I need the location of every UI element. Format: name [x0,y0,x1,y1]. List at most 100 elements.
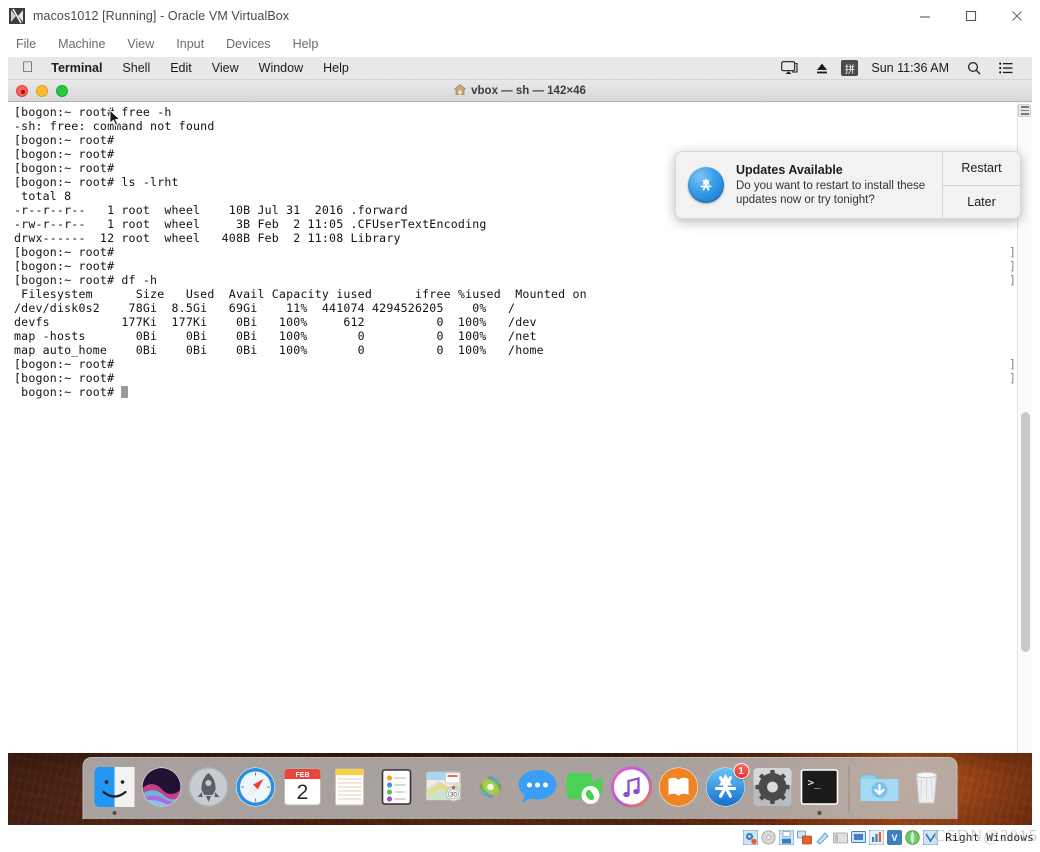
terminal-output: [bogon:~ root# free -h -sh: free: command… [14,105,1032,399]
launchpad-icon [186,765,230,809]
hard-disk-icon[interactable] [743,829,759,845]
window-title: macos1012 [Running] - Oracle VM VirtualB… [33,8,290,23]
svg-text:>_: >_ [807,776,821,789]
terminal-line: [bogon:~ root# df -h [14,273,158,287]
mouse-integration-icon[interactable] [905,829,920,845]
dock-item-messages[interactable] [514,762,561,816]
menu-edit[interactable]: Edit [160,61,202,75]
dock-item-finder[interactable] [91,762,138,816]
dock-item-terminal[interactable]: >_ [796,762,843,816]
virtualbox-icon [9,7,25,24]
vb-menu-input[interactable]: Input [165,35,215,54]
shared-folder-icon[interactable] [833,830,849,845]
running-indicator [817,811,821,815]
vb-menu-devices[interactable]: Devices [215,35,281,54]
notification-body: Do you want to restart to install these … [736,180,926,206]
scrollbar-menu-icon[interactable] [1018,104,1031,117]
recording-icon[interactable] [869,829,885,845]
dock-item-trash[interactable] [903,762,950,816]
search-icon[interactable] [958,61,990,75]
terminal-title-text: vbox — sh — 142×46 [471,84,586,97]
vb-menu-help[interactable]: Help [282,35,330,54]
minimize-button[interactable] [902,0,948,31]
terminal-wrap-bracket [1009,343,1016,357]
maps-icon: 30 [421,765,465,809]
dock-item-siri[interactable] [138,762,185,816]
terminal-scrollbar-thumb[interactable] [1021,412,1030,652]
terminal-line: bogon:~ root# [14,385,1032,399]
dock-item-reminders[interactable] [373,762,420,816]
guest-screen:  Terminal Shell Edit View Window Help [8,57,1032,825]
restart-button[interactable]: Restart [943,152,1020,185]
virtualbox-window: macos1012 [Running] - Oracle VM VirtualB… [0,0,1040,852]
dock-item-calendar[interactable]: FEB 2 [279,762,326,816]
dock-item-ibooks[interactable] [655,762,702,816]
usb-icon[interactable] [815,830,830,845]
terminal-wrap-bracket: ] [1009,245,1016,259]
downloads-folder-icon [857,765,901,809]
dock-item-photos[interactable] [467,762,514,816]
trash-icon [904,765,948,809]
dock-item-safari[interactable] [232,762,279,816]
display-icon[interactable] [851,830,867,845]
host-key-indicator: Right Windows [945,830,1034,844]
home-icon [453,83,467,98]
terminal-icon: >_ [797,765,841,809]
input-source-icon[interactable]: 拼 [841,60,859,76]
siri-icon [139,765,183,809]
terminal-line: [bogon:~ root# free -h [14,105,172,119]
maximize-button[interactable] [948,0,994,31]
terminal-wrap-bracket [1009,231,1016,245]
finder-icon [92,765,136,809]
video-capture-icon[interactable]: V [887,829,903,845]
airplay-icon[interactable] [772,61,807,75]
menu-window[interactable]: Window [249,61,313,75]
terminal-line: map -hosts 0Bi 0Bi 0Bi 100% 0 0 100% /ne… [14,329,537,343]
dock-separator [848,766,850,812]
terminal-line: [bogon:~ root# [14,133,115,147]
dock-item-facetime[interactable] [561,762,608,816]
dock-item-itunes[interactable] [608,762,655,816]
terminal-titlebar[interactable]: vbox — sh — 142×46 [8,80,1032,102]
menu-app-name[interactable]: Terminal [45,61,112,75]
calendar-month: FEB [295,772,309,779]
dock-item-downloads[interactable] [856,762,903,816]
virtualbox-statusbar: V Right Windows CSDN@2015 [0,825,1040,849]
dock-item-notes[interactable] [326,762,373,816]
vb-menu-file[interactable]: File [11,35,47,54]
close-button[interactable] [994,0,1040,31]
apple-icon[interactable]:  [8,60,45,75]
virtualbox-menubar: File Machine View Input Devices Help [0,31,1040,57]
notification-actions: Restart Later [942,152,1020,218]
facetime-icon [562,765,606,809]
terminal-wrap-bracket [1009,119,1016,133]
keyboard-icon[interactable] [923,829,939,845]
menubar-clock[interactable]: Sun 11:36 AM [862,61,958,75]
menu-help[interactable]: Help [313,61,359,75]
vb-menu-machine[interactable]: Machine [47,35,116,54]
dock-item-maps[interactable]: 30 [420,762,467,816]
terminal-line: [bogon:~ root# [14,371,115,385]
optical-disk-icon[interactable] [761,830,776,845]
notification-center-icon[interactable] [990,62,1022,74]
dock-item-app-store[interactable]: 1 [702,762,749,816]
terminal-wrap-bracket [1009,329,1016,343]
terminal-line: [bogon:~ root# [14,245,115,259]
network-icon[interactable] [797,830,813,845]
notification-banner[interactable]: Updates Available Do you want to restart… [675,151,1021,219]
notification-title: Updates Available [736,163,843,177]
floppy-icon[interactable] [779,829,795,845]
later-button[interactable]: Later [943,184,1020,218]
menu-shell[interactable]: Shell [112,61,160,75]
terminal-wrap-brackets: ]]]]]]] [1009,105,1016,385]
menu-view[interactable]: View [202,61,249,75]
terminal-wrap-bracket [1009,301,1016,315]
dock-item-launchpad[interactable] [185,762,232,816]
terminal-line: -rw-r--r-- 1 root wheel 3B Feb 2 11:05 .… [14,217,487,231]
app-store-icon [688,167,724,203]
eject-icon[interactable] [807,62,837,75]
terminal-line: Filesystem Size Used Avail Capacity iuse… [14,287,587,301]
dock-item-system-preferences[interactable] [749,762,796,816]
window-controls [902,0,1040,31]
vb-menu-view[interactable]: View [116,35,165,54]
